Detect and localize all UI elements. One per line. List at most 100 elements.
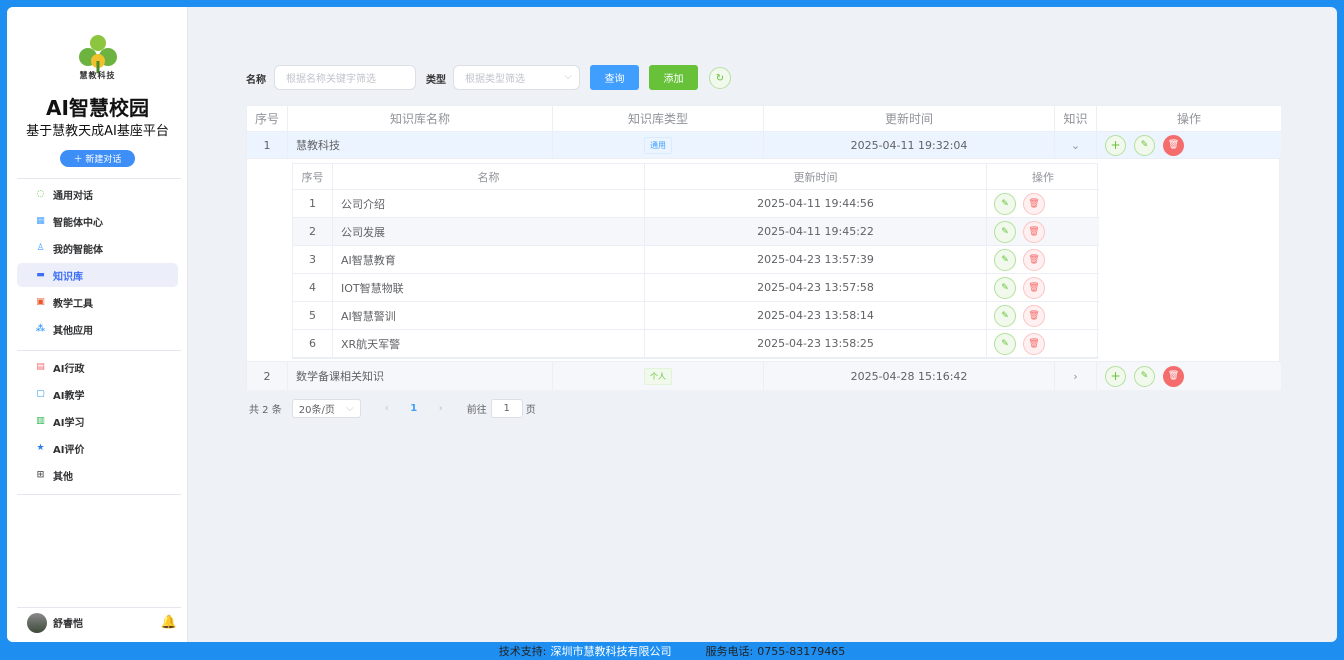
delete-button[interactable]: 🗑 [1163, 134, 1184, 156]
sidebar-item-label: AI学习 [53, 417, 85, 429]
add-knowledge-button[interactable]: + [1105, 365, 1126, 387]
sub-table-row[interactable]: 3 AI智慧教育 2025-04-23 13:57:39 ✎ 🗑 [293, 246, 1099, 274]
query-button[interactable]: 查询 [590, 65, 639, 90]
sub-table-row[interactable]: 4 IOT智慧物联 2025-04-23 13:57:58 ✎ 🗑 [293, 274, 1099, 302]
row-actions: + ✎ 🗑 [1097, 362, 1281, 390]
delete-button[interactable]: 🗑 [1023, 276, 1045, 299]
edit-button[interactable]: ✎ [994, 248, 1016, 271]
edit-button[interactable]: ✎ [994, 220, 1016, 243]
sub-table-row[interactable]: 6 XR航天军警 2025-04-23 13:58:25 ✎ 🗑 [293, 330, 1099, 358]
table-row[interactable]: 1 慧教科技 通用 2025-04-11 19:32:04 ⌄ + ✎ 🗑 [247, 132, 1281, 159]
bell-icon[interactable]: 🔔 [161, 615, 177, 630]
sidebar: 慧教科技 AI智慧校园 基于慧教天成AI基座平台 ＋ 新建对话 ◌ 通用对话 ▦ 智能… [7, 7, 188, 642]
sidebar-item-0[interactable]: ▤ AI行政 [17, 355, 178, 379]
edit-button[interactable]: ✎ [994, 304, 1016, 327]
sidebar-item-1[interactable]: ▦ 智能体中心 [17, 209, 178, 233]
add-button[interactable]: 添加 [649, 65, 698, 90]
sub-row-updated: 2025-04-23 13:57:58 [645, 274, 987, 301]
sidebar-item-2[interactable]: ♙ 我的智能体 [17, 236, 178, 260]
goto-page-input[interactable]: 1 [490, 399, 523, 418]
sub-row-index: 4 [293, 274, 333, 301]
expand-icon[interactable]: › [1055, 362, 1097, 390]
divider [17, 494, 181, 495]
edit-button[interactable]: ✎ [994, 192, 1016, 215]
avatar [27, 612, 47, 633]
app-frame: 慧教科技 AI智慧校园 基于慧教天成AI基座平台 ＋ 新建对话 ◌ 通用对话 ▦ 智能… [7, 7, 1337, 642]
row-type: 通用 [553, 132, 764, 158]
expand-icon[interactable]: ⌄ [1055, 132, 1097, 158]
sub-row-name: 公司发展 [333, 218, 645, 245]
sidebar-item-4[interactable]: ⊞ 其他 [17, 463, 178, 487]
sidebar-item-5[interactable]: ⁂ 其他应用 [17, 317, 178, 341]
sub-row-name: XR航天军警 [333, 330, 645, 357]
sidebar-item-label: 其他应用 [53, 325, 93, 337]
type-filter-label: 类型 [426, 75, 446, 86]
current-page[interactable]: 1 [397, 403, 431, 414]
delete-button[interactable]: 🗑 [1163, 365, 1184, 387]
next-page-icon[interactable]: › [431, 403, 451, 414]
phone-number: 0755-83179465 [757, 644, 846, 658]
more-icon: ⊞ [36, 470, 45, 480]
new-chat-button[interactable]: ＋ 新建对话 [60, 150, 135, 167]
edit-button[interactable]: ✎ [994, 276, 1016, 299]
sub-table-row[interactable]: 5 AI智慧警训 2025-04-23 13:58:14 ✎ 🗑 [293, 302, 1099, 330]
sidebar-item-2[interactable]: ▥ AI学习 [17, 409, 178, 433]
sub-row-name: AI智慧警训 [333, 302, 645, 329]
sub-table-row[interactable]: 1 公司介绍 2025-04-11 19:44:56 ✎ 🗑 [293, 190, 1099, 218]
sub-row-name: AI智慧教育 [333, 246, 645, 273]
sidebar-item-3[interactable]: ★ AI评价 [17, 436, 178, 460]
sub-row-actions: ✎ 🗑 [987, 274, 1099, 301]
ppt-icon: ▣ [36, 297, 45, 307]
sub-row-updated: 2025-04-11 19:45:22 [645, 218, 987, 245]
sidebar-item-4[interactable]: ▣ 教学工具 [17, 290, 178, 314]
name-search-input[interactable]: 根据名称关键字筛选 [274, 65, 416, 90]
type-select[interactable]: 根据类型筛选 ⌵ [453, 65, 580, 90]
grid-icon: ▦ [36, 216, 45, 226]
chat-icon: ◌ [36, 189, 45, 199]
delete-button[interactable]: 🗑 [1023, 332, 1045, 355]
delete-button[interactable]: 🗑 [1023, 304, 1045, 327]
app-subtitle: 基于慧教天成AI基座平台 [26, 124, 169, 139]
refresh-icon[interactable]: ↻ [709, 67, 731, 89]
delete-button[interactable]: 🗑 [1023, 192, 1045, 215]
edit-button[interactable]: ✎ [994, 332, 1016, 355]
header-cell: 更新时间 [764, 106, 1055, 131]
user-name: 舒睿恺 [53, 619, 83, 630]
delete-button[interactable]: 🗑 [1023, 248, 1045, 271]
sidebar-item-3[interactable]: ▬ 知识库 [17, 263, 178, 287]
type-tag: 个人 [644, 367, 672, 385]
sidebar-item-0[interactable]: ◌ 通用对话 [17, 182, 178, 206]
sidebar-item-label: AI评价 [53, 444, 85, 456]
sidebar-item-label: 其他 [53, 471, 73, 483]
sub-row-index: 6 [293, 330, 333, 357]
header-cell: 知识库类型 [553, 106, 764, 131]
edit-button[interactable]: ✎ [1134, 134, 1155, 156]
divider [17, 350, 181, 351]
sub-row-updated: 2025-04-11 19:44:56 [645, 190, 987, 217]
study-icon: ▥ [36, 416, 45, 426]
sub-row-updated: 2025-04-23 13:58:14 [645, 302, 987, 329]
support-company-link[interactable]: 深圳市慧教科技有限公司 [551, 643, 672, 659]
sidebar-item-1[interactable]: ▢ AI教学 [17, 382, 178, 406]
header-cell: 知识 [1055, 106, 1097, 131]
delete-button[interactable]: 🗑 [1023, 220, 1045, 243]
star-icon: ★ [36, 443, 45, 453]
table-row[interactable]: 2 数学备课相关知识 个人 2025-04-28 15:16:42 › + ✎ … [247, 362, 1281, 390]
sidebar-item-label: 知识库 [53, 271, 83, 283]
phone-label: 服务电话: [705, 645, 754, 658]
sidebar-item-label: AI行政 [53, 363, 85, 375]
sub-table-header: 序号 名称 更新时间 操作 [293, 164, 1099, 190]
footer: 技术支持: 深圳市慧教科技有限公司 服务电话: 0755-83179465 [0, 642, 1344, 660]
prev-page-icon[interactable]: ‹ [377, 403, 397, 414]
user-icon: ♙ [36, 243, 45, 253]
edit-button[interactable]: ✎ [1134, 365, 1155, 387]
sub-row-updated: 2025-04-23 13:58:25 [645, 330, 987, 357]
sub-row-actions: ✎ 🗑 [987, 190, 1099, 217]
user-bar[interactable]: 舒睿恺 🔔 [17, 607, 181, 637]
add-knowledge-button[interactable]: + [1105, 134, 1126, 156]
sub-table-row[interactable]: 2 公司发展 2025-04-11 19:45:22 ✎ 🗑 [293, 218, 1099, 246]
row-name: 慧教科技 [288, 132, 553, 158]
sidebar-item-label: 通用对话 [53, 190, 93, 202]
page-size-select[interactable]: 20条/页 ⌵ [291, 399, 361, 418]
sub-table: 序号 名称 更新时间 操作 1 公司介绍 2025-04-11 19:44:56 ✎ 🗑… [292, 163, 1099, 359]
